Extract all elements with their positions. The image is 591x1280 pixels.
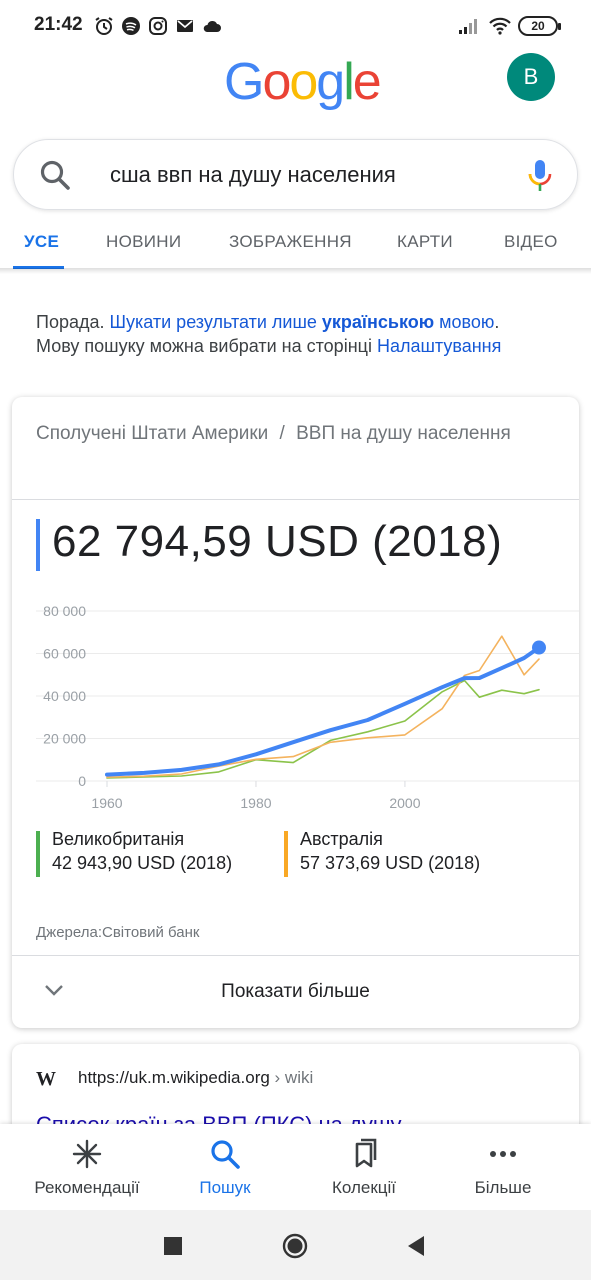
gdp-card: Сполучені Штати Америки / ВВП на душу на… xyxy=(12,397,579,1028)
language-tip: Порада. Шукати результати лише українськ… xyxy=(36,310,566,358)
tab-news[interactable]: НОВИНИ xyxy=(106,232,181,252)
gdp-chart[interactable]: 80 000 60 000 40 000 20 000 0 1960 1980 2000 xyxy=(12,597,579,827)
legend-color-australia xyxy=(284,831,288,877)
tip-link-bold: українською xyxy=(321,312,435,332)
spotify-icon xyxy=(121,16,141,36)
x-tick-label: 1960 xyxy=(91,795,122,811)
nav-label: Більше xyxy=(474,1178,532,1197)
home-icon[interactable] xyxy=(281,1232,309,1260)
back-icon[interactable] xyxy=(402,1232,430,1260)
result-url[interactable]: https://uk.m.wikipedia.org › wiki xyxy=(78,1068,313,1088)
nav-label: Колекції xyxy=(331,1178,397,1197)
legend-value-uk: 42 943,90 USD (2018) xyxy=(52,853,233,873)
logo-letter: o xyxy=(262,53,291,111)
more-icon xyxy=(490,1151,516,1157)
legend-name-australia: Австралія xyxy=(300,829,383,849)
logo-letter: o xyxy=(289,53,318,111)
y-tick-label: 0 xyxy=(78,773,86,789)
collections-icon xyxy=(355,1138,377,1168)
google-logo[interactable]: Google xyxy=(224,52,382,112)
alarm-icon xyxy=(94,16,114,36)
tip-dot: . xyxy=(494,312,500,332)
asterisk-icon xyxy=(72,1139,102,1169)
result-url-crumb: › wiki xyxy=(269,1068,314,1087)
y-tick-label: 20 000 xyxy=(43,731,86,747)
show-more-button[interactable]: Показати більше xyxy=(12,957,579,1028)
tip-prefix: Порада. xyxy=(36,312,110,332)
instagram-icon xyxy=(148,16,168,36)
avatar-letter: B xyxy=(523,64,539,89)
series-line-0 xyxy=(105,645,541,777)
y-tick-label: 60 000 xyxy=(43,646,86,662)
search-box[interactable]: сша ввп на душу населения xyxy=(13,139,578,210)
search-icon xyxy=(211,1140,240,1169)
recent-apps-icon[interactable] xyxy=(159,1232,187,1260)
show-more-label: Показати більше xyxy=(221,981,370,1002)
battery-level: 20 xyxy=(531,19,545,33)
y-tick-label: 40 000 xyxy=(43,688,86,704)
wikipedia-icon: W xyxy=(36,1068,56,1090)
series-line-1 xyxy=(106,679,540,779)
tab-all[interactable]: УСЕ xyxy=(24,232,59,252)
divider xyxy=(12,499,579,500)
system-navigation xyxy=(0,1210,591,1280)
search-tabs: УСЕ НОВИНИ ЗОБРАЖЕННЯ КАРТИ ВІДЕО xyxy=(0,222,591,270)
signal-icon xyxy=(457,16,481,36)
legend-color-uk xyxy=(36,831,40,877)
nav-label: Пошук xyxy=(199,1178,251,1197)
tip-link-end: мовою xyxy=(434,312,495,332)
metric-name: ВВП на душу населення xyxy=(296,423,511,444)
logo-letter: e xyxy=(352,53,382,111)
country-link[interactable]: Сполучені Штати Америки xyxy=(36,423,268,444)
tab-maps[interactable]: КАРТИ xyxy=(397,232,453,252)
tab-video[interactable]: ВІДЕО xyxy=(504,232,558,252)
value-accent-bar xyxy=(36,519,40,571)
tab-images[interactable]: ЗОБРАЖЕННЯ xyxy=(229,232,352,252)
tip-link-start: Шукати результати лише xyxy=(109,312,322,332)
card-breadcrumb: Сполучені Штати Америки / ВВП на душу на… xyxy=(36,419,536,449)
legend-value-australia: 57 373,69 USD (2018) xyxy=(300,853,481,873)
logo-letter: l xyxy=(343,53,354,111)
settings-link[interactable]: Налаштування xyxy=(377,336,501,356)
logo-letter: g xyxy=(316,53,345,111)
search-input[interactable]: сша ввп на душу населения xyxy=(110,162,396,188)
nav-collections[interactable]: Колекції xyxy=(290,1124,438,1210)
breadcrumb-separator: / xyxy=(279,423,285,444)
ukrainian-only-link[interactable]: Шукати результати лише українською мовою xyxy=(110,312,495,332)
nav-recommendations[interactable]: Рекомендації xyxy=(13,1124,161,1210)
gmail-icon xyxy=(175,16,195,36)
microphone-icon[interactable] xyxy=(524,156,556,196)
battery-indicator: 20 xyxy=(518,16,561,36)
bottom-navigation: Рекомендації Пошук Колекції Більше xyxy=(0,1124,591,1210)
search-icon[interactable] xyxy=(38,158,72,192)
series-line-2 xyxy=(106,635,540,778)
legend-name-uk: Великобританія xyxy=(52,829,185,849)
logo-letter: G xyxy=(224,53,264,111)
nav-search[interactable]: Пошук xyxy=(151,1124,299,1210)
tabs-shadow xyxy=(0,268,591,274)
nav-more[interactable]: Більше xyxy=(429,1124,577,1210)
y-tick-label: 80 000 xyxy=(43,603,86,619)
x-tick-label: 2000 xyxy=(389,795,420,811)
cloud-icon xyxy=(202,16,222,36)
x-tick-label: 1980 xyxy=(240,795,271,811)
divider xyxy=(12,955,579,956)
status-bar: 21:42 20 xyxy=(0,0,591,52)
result-url-domain: https://uk.m.wikipedia.org xyxy=(78,1068,270,1087)
status-time: 21:42 xyxy=(34,14,83,35)
wifi-icon xyxy=(488,16,512,36)
data-source: Джерела:Світовий банк xyxy=(36,924,200,941)
avatar[interactable]: B xyxy=(507,53,555,101)
nav-label: Рекомендації xyxy=(34,1178,140,1197)
tip-line2: Мову пошуку можна вибрати на сторінці xyxy=(36,336,377,356)
series-endpoint-marker[interactable] xyxy=(532,640,546,655)
gdp-value: 62 794,59 USD (2018) xyxy=(52,517,503,566)
